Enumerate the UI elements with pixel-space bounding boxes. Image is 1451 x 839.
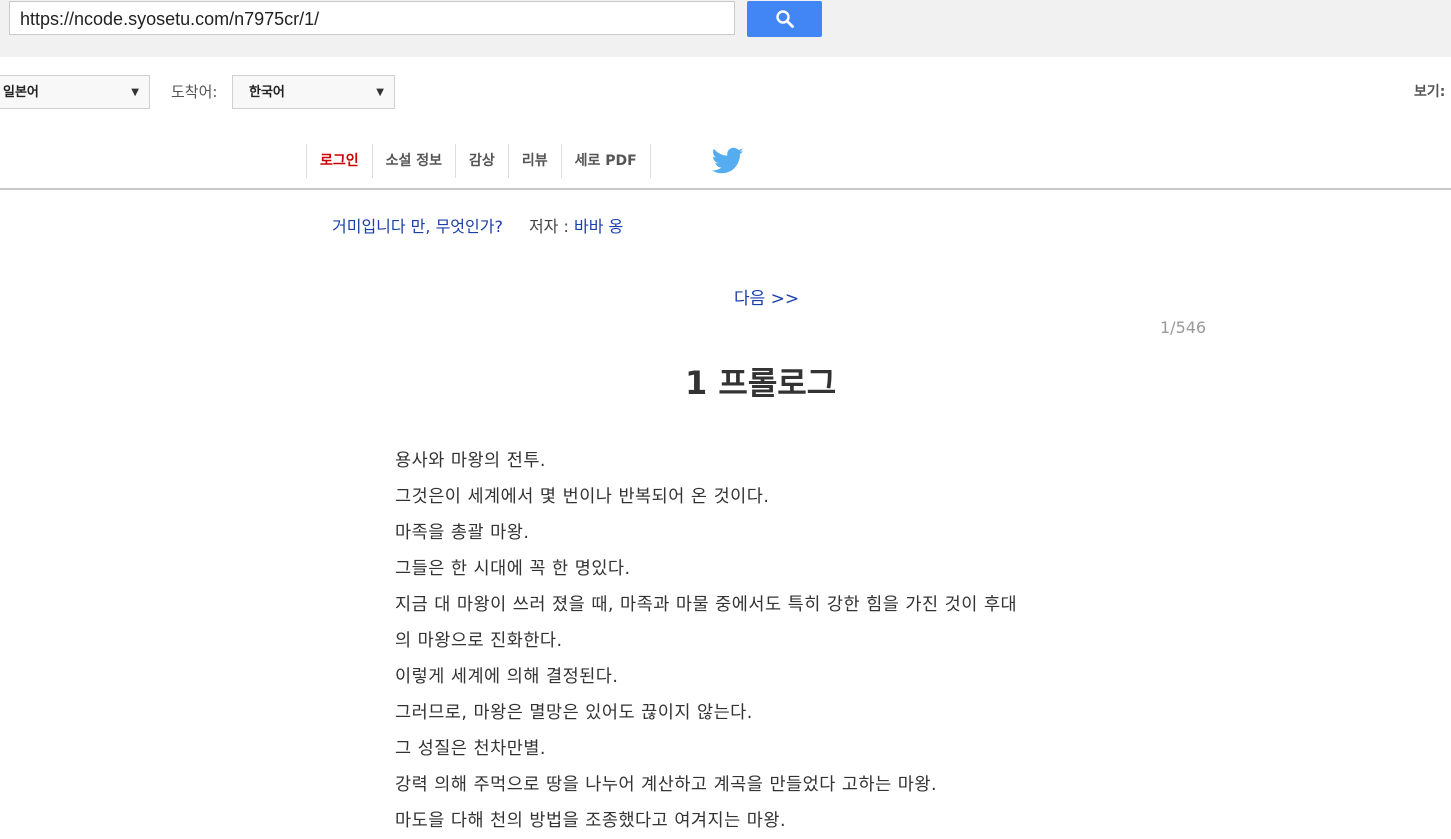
body-line: 용사와 마왕의 전투. [395,451,546,471]
nav-vertical-pdf[interactable]: 세로 PDF [562,144,651,178]
nav-impressions[interactable]: 감상 [456,144,509,178]
novel-title-link[interactable]: 거미입니다 만, 무엇인가? [332,217,503,236]
nav-novel-info[interactable]: 소설 정보 [373,144,457,178]
twitter-icon[interactable] [712,147,744,175]
target-language-value: 한국어 [249,85,285,100]
body-line: 마도을 다해 천의 방법을 조종했다고 여겨지는 마왕. [395,811,787,831]
next-chapter-link[interactable]: 다음 >> [734,284,799,309]
body-line: 의 마왕으로 진화한다. [395,631,563,651]
body-line: 그것은이 세계에서 몇 번이나 반복되어 온 것이다. [395,487,770,507]
body-line: 그 성질은 천차만별. [395,739,546,759]
author-label: 저자 : [528,217,574,236]
body-line: 그들은 한 시대에 꼭 한 명있다. [395,559,631,579]
translate-toolbar: https://ncode.syosetu.com/n7975cr/1/ [0,0,1451,57]
nav-login[interactable]: 로그인 [307,144,373,178]
view-label: 보기: [1414,84,1446,100]
nav-list: 로그인 소설 정보 감상 리뷰 세로 PDF [306,144,651,178]
body-line: 이렇게 세계에 의해 결정된다. [395,667,619,687]
source-language-select[interactable]: 일본어 ▼ [0,75,150,109]
novel-info-line: 거미입니다 만, 무엇인가? 저자 : 바바 옹 [332,213,623,237]
chapter-title: 1 프롤로그 [685,364,837,402]
search-button[interactable] [747,1,822,37]
page-count: 1/546 [1160,318,1207,337]
chapter-body: 용사와 마왕의 전투. 그것은이 세계에서 몇 번이나 반복되어 온 것이다. … [395,443,1155,839]
author-link[interactable]: 바바 옹 [574,217,623,236]
target-language-label: 도착어: [171,83,218,101]
source-language-value: 일본어 [3,85,39,100]
dropdown-arrow-icon: ▼ [376,87,384,98]
dropdown-arrow-icon: ▼ [131,87,139,98]
language-bar: 일본어 ▼ 도착어: 한국어 ▼ 보기: [0,57,1451,131]
nav-review[interactable]: 리뷰 [509,144,562,178]
body-line: 그러므로, 마왕은 멸망은 있어도 끊이지 않는다. [395,703,753,723]
body-line: 강력 의해 주먹으로 땅을 나누어 계산하고 계곡을 만들었다 고하는 마왕. [395,775,938,795]
url-input[interactable]: https://ncode.syosetu.com/n7975cr/1/ [9,1,735,35]
body-line: 지금 대 마왕이 쓰러 졌을 때, 마족과 마물 중에서도 특히 강한 힘을 가… [395,595,1018,615]
search-icon [775,10,794,28]
body-line: 마족을 총괄 마왕. [395,523,530,543]
target-language-select[interactable]: 한국어 ▼ [232,75,395,109]
